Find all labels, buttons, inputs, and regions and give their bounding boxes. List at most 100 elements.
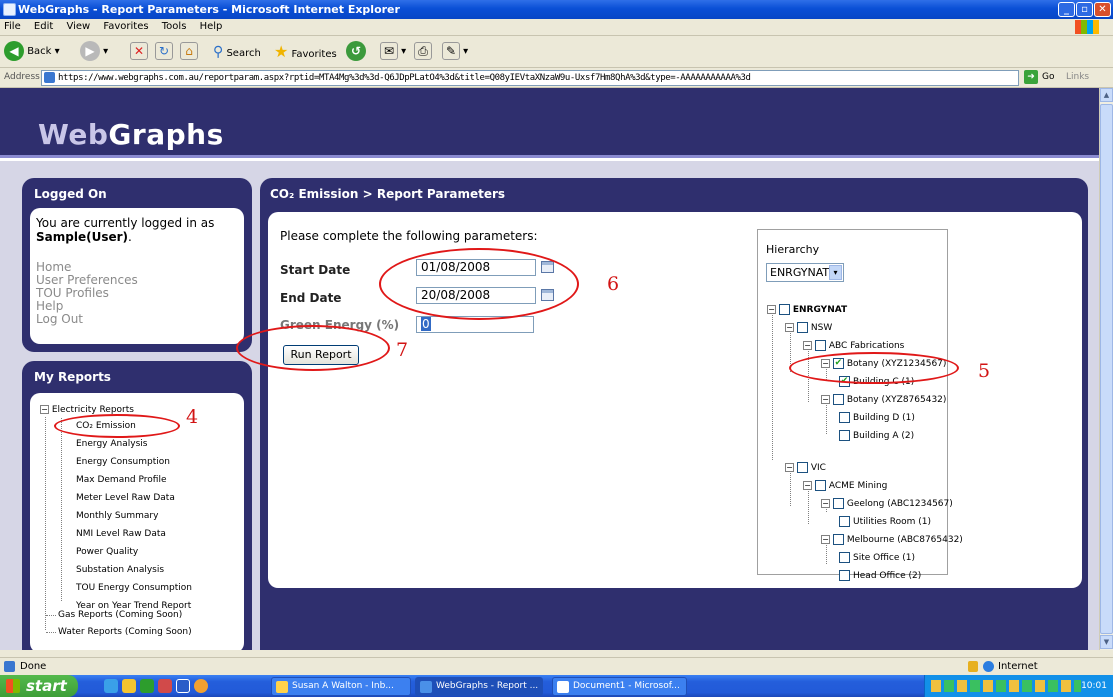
vertical-scrollbar[interactable]: ▲ ▼	[1099, 88, 1113, 650]
powerpoint-quicklaunch-icon[interactable]	[158, 679, 172, 693]
window-title: WebGraphs - Report Parameters - Microsof…	[18, 3, 400, 16]
water-reports-node[interactable]: Water Reports (Coming Soon)	[58, 625, 192, 639]
back-button[interactable]: ◀ Back ▾	[4, 41, 60, 63]
home-button[interactable]: ⌂	[180, 41, 198, 63]
report-power-quality[interactable]: Power Quality	[62, 545, 138, 559]
annotation-number-4: 4	[186, 406, 199, 428]
hier-node-abc-fabrications[interactable]: − ABC Fabrications	[803, 339, 904, 353]
start-button[interactable]: start	[0, 675, 78, 697]
page-viewport: WebGraphs Logged On You are currently lo…	[0, 88, 1099, 650]
tou-profiles-link[interactable]: TOU Profiles	[36, 287, 238, 300]
search-button[interactable]: ⚲ Search	[213, 41, 261, 63]
scroll-down-icon[interactable]: ▼	[1100, 635, 1113, 649]
refresh-button[interactable]: ↻	[155, 41, 173, 63]
stop-icon: ✕	[130, 42, 148, 60]
hier-node-nsw[interactable]: − NSW	[785, 321, 832, 335]
mail-button[interactable]: ✉ ▾	[380, 41, 406, 63]
login-user: Sample(User).	[36, 230, 132, 244]
hier-node-building-a[interactable]: Building A (2)	[839, 429, 914, 443]
status-text: Done	[20, 661, 47, 672]
page-done-icon	[4, 661, 15, 672]
clock: 10:01	[1081, 681, 1107, 691]
menu-view[interactable]: View	[66, 21, 90, 32]
select-dropdown-icon[interactable]: ▾	[829, 265, 842, 280]
address-bar: Address https://www.webgraphs.com.au/rep…	[0, 68, 1113, 88]
report-energy-consumption[interactable]: Energy Consumption	[62, 455, 170, 469]
menu-help[interactable]: Help	[200, 21, 223, 32]
hier-node-geelong[interactable]: − Geelong (ABC1234567)	[821, 497, 953, 511]
task-outlook[interactable]: Susan A Walton - Inb...	[271, 677, 411, 696]
logout-link[interactable]: Log Out	[36, 313, 238, 326]
history-icon: ↺	[346, 41, 366, 61]
hier-node-building-d[interactable]: Building D (1)	[839, 411, 915, 425]
go-button[interactable]: Go	[1042, 68, 1054, 87]
report-nmi-level-raw-data[interactable]: NMI Level Raw Data	[62, 527, 166, 541]
print-icon: ⎙	[414, 42, 432, 60]
report-energy-analysis[interactable]: Energy Analysis	[62, 437, 147, 451]
report-monthly-summary[interactable]: Monthly Summary	[62, 509, 158, 523]
hier-node-head-office[interactable]: Head Office (2)	[839, 569, 921, 583]
report-tou-energy-consumption[interactable]: TOU Energy Consumption	[62, 581, 192, 595]
login-message: You are currently logged in as	[36, 216, 215, 230]
menu-file[interactable]: File	[4, 21, 21, 32]
annotation-oval-5	[789, 352, 959, 384]
annotation-number-6: 6	[607, 273, 620, 295]
print-button[interactable]: ⎙	[414, 41, 432, 63]
forward-button[interactable]: ▶ ▾	[80, 41, 108, 63]
home-icon: ⌂	[180, 42, 198, 60]
report-meter-level-raw-data[interactable]: Meter Level Raw Data	[62, 491, 175, 505]
security-zone: Internet	[998, 661, 1038, 672]
hier-node-melbourne[interactable]: − Melbourne (ABC8765432)	[821, 533, 963, 547]
hier-node-enrgynat[interactable]: − ENRGYNAT	[767, 303, 847, 317]
collapse-icon[interactable]: −	[40, 405, 49, 414]
site-header: WebGraphs	[0, 88, 1099, 158]
lock-icon	[968, 661, 978, 672]
edit-icon: ✎	[442, 42, 460, 60]
hier-node-acme-mining[interactable]: − ACME Mining	[803, 479, 887, 493]
gas-reports-node[interactable]: Gas Reports (Coming Soon)	[58, 608, 182, 622]
menu-bar: File Edit View Favorites Tools Help	[0, 19, 1113, 36]
stop-button[interactable]: ✕	[130, 41, 148, 63]
hier-node-botany-2[interactable]: − Botany (XYZ8765432)	[821, 393, 946, 407]
scroll-up-icon[interactable]: ▲	[1100, 88, 1113, 102]
hierarchy-label: Hierarchy	[766, 243, 820, 256]
menu-favorites[interactable]: Favorites	[103, 21, 148, 32]
hier-node-vic[interactable]: − VIC	[785, 461, 826, 475]
globe-icon	[983, 661, 994, 672]
go-arrow-icon[interactable]: ➜	[1024, 70, 1038, 84]
logged-on-title: Logged On	[34, 187, 107, 201]
windows-taskbar: start Susan A Walton - Inb... WebGraphs …	[0, 675, 1113, 697]
refresh-icon: ↻	[155, 42, 173, 60]
report-max-demand-profile[interactable]: Max Demand Profile	[62, 473, 166, 487]
menu-edit[interactable]: Edit	[34, 21, 53, 32]
hierarchy-select[interactable]: ENRGYNAT ▾	[766, 263, 844, 282]
ie-app-icon	[3, 3, 16, 16]
my-reports-panel: My Reports − Electricity Reports CO₂ Emi…	[22, 361, 252, 650]
minimize-button[interactable]: _	[1058, 2, 1075, 17]
maximize-button[interactable]: ▫	[1076, 2, 1093, 17]
excel-quicklaunch-icon[interactable]	[140, 679, 154, 693]
mail-icon: ✉	[380, 42, 398, 60]
tray-icons[interactable]	[931, 680, 1081, 692]
links-button[interactable]: Links	[1066, 68, 1089, 87]
task-webgraphs[interactable]: WebGraphs - Report ...	[415, 677, 543, 696]
hier-node-site-office[interactable]: Site Office (1)	[839, 551, 915, 565]
annotation-number-7: 7	[396, 339, 409, 361]
task-word[interactable]: Document1 - Microsof...	[552, 677, 687, 696]
edit-button[interactable]: ✎ ▾	[442, 41, 468, 63]
media-quicklaunch-icon[interactable]	[194, 679, 208, 693]
menu-tools[interactable]: Tools	[162, 21, 187, 32]
windows-flag-icon	[6, 679, 20, 693]
favorites-button[interactable]: ★ Favorites	[274, 41, 337, 63]
folder-quicklaunch-icon[interactable]	[122, 679, 136, 693]
hier-node-utilities-room[interactable]: Utilities Room (1)	[839, 515, 931, 529]
webgraphs-logo: WebGraphs	[38, 118, 224, 151]
status-bar: Done Internet	[0, 657, 1113, 675]
close-button[interactable]: ✕	[1094, 2, 1111, 17]
ie-quicklaunch-icon[interactable]	[104, 679, 118, 693]
word-quicklaunch-icon[interactable]	[176, 679, 190, 693]
report-substation-analysis[interactable]: Substation Analysis	[62, 563, 164, 577]
history-button[interactable]: ↺	[346, 41, 366, 63]
scroll-thumb[interactable]	[1100, 104, 1113, 634]
address-input[interactable]: https://www.webgraphs.com.au/reportparam…	[41, 70, 1019, 86]
